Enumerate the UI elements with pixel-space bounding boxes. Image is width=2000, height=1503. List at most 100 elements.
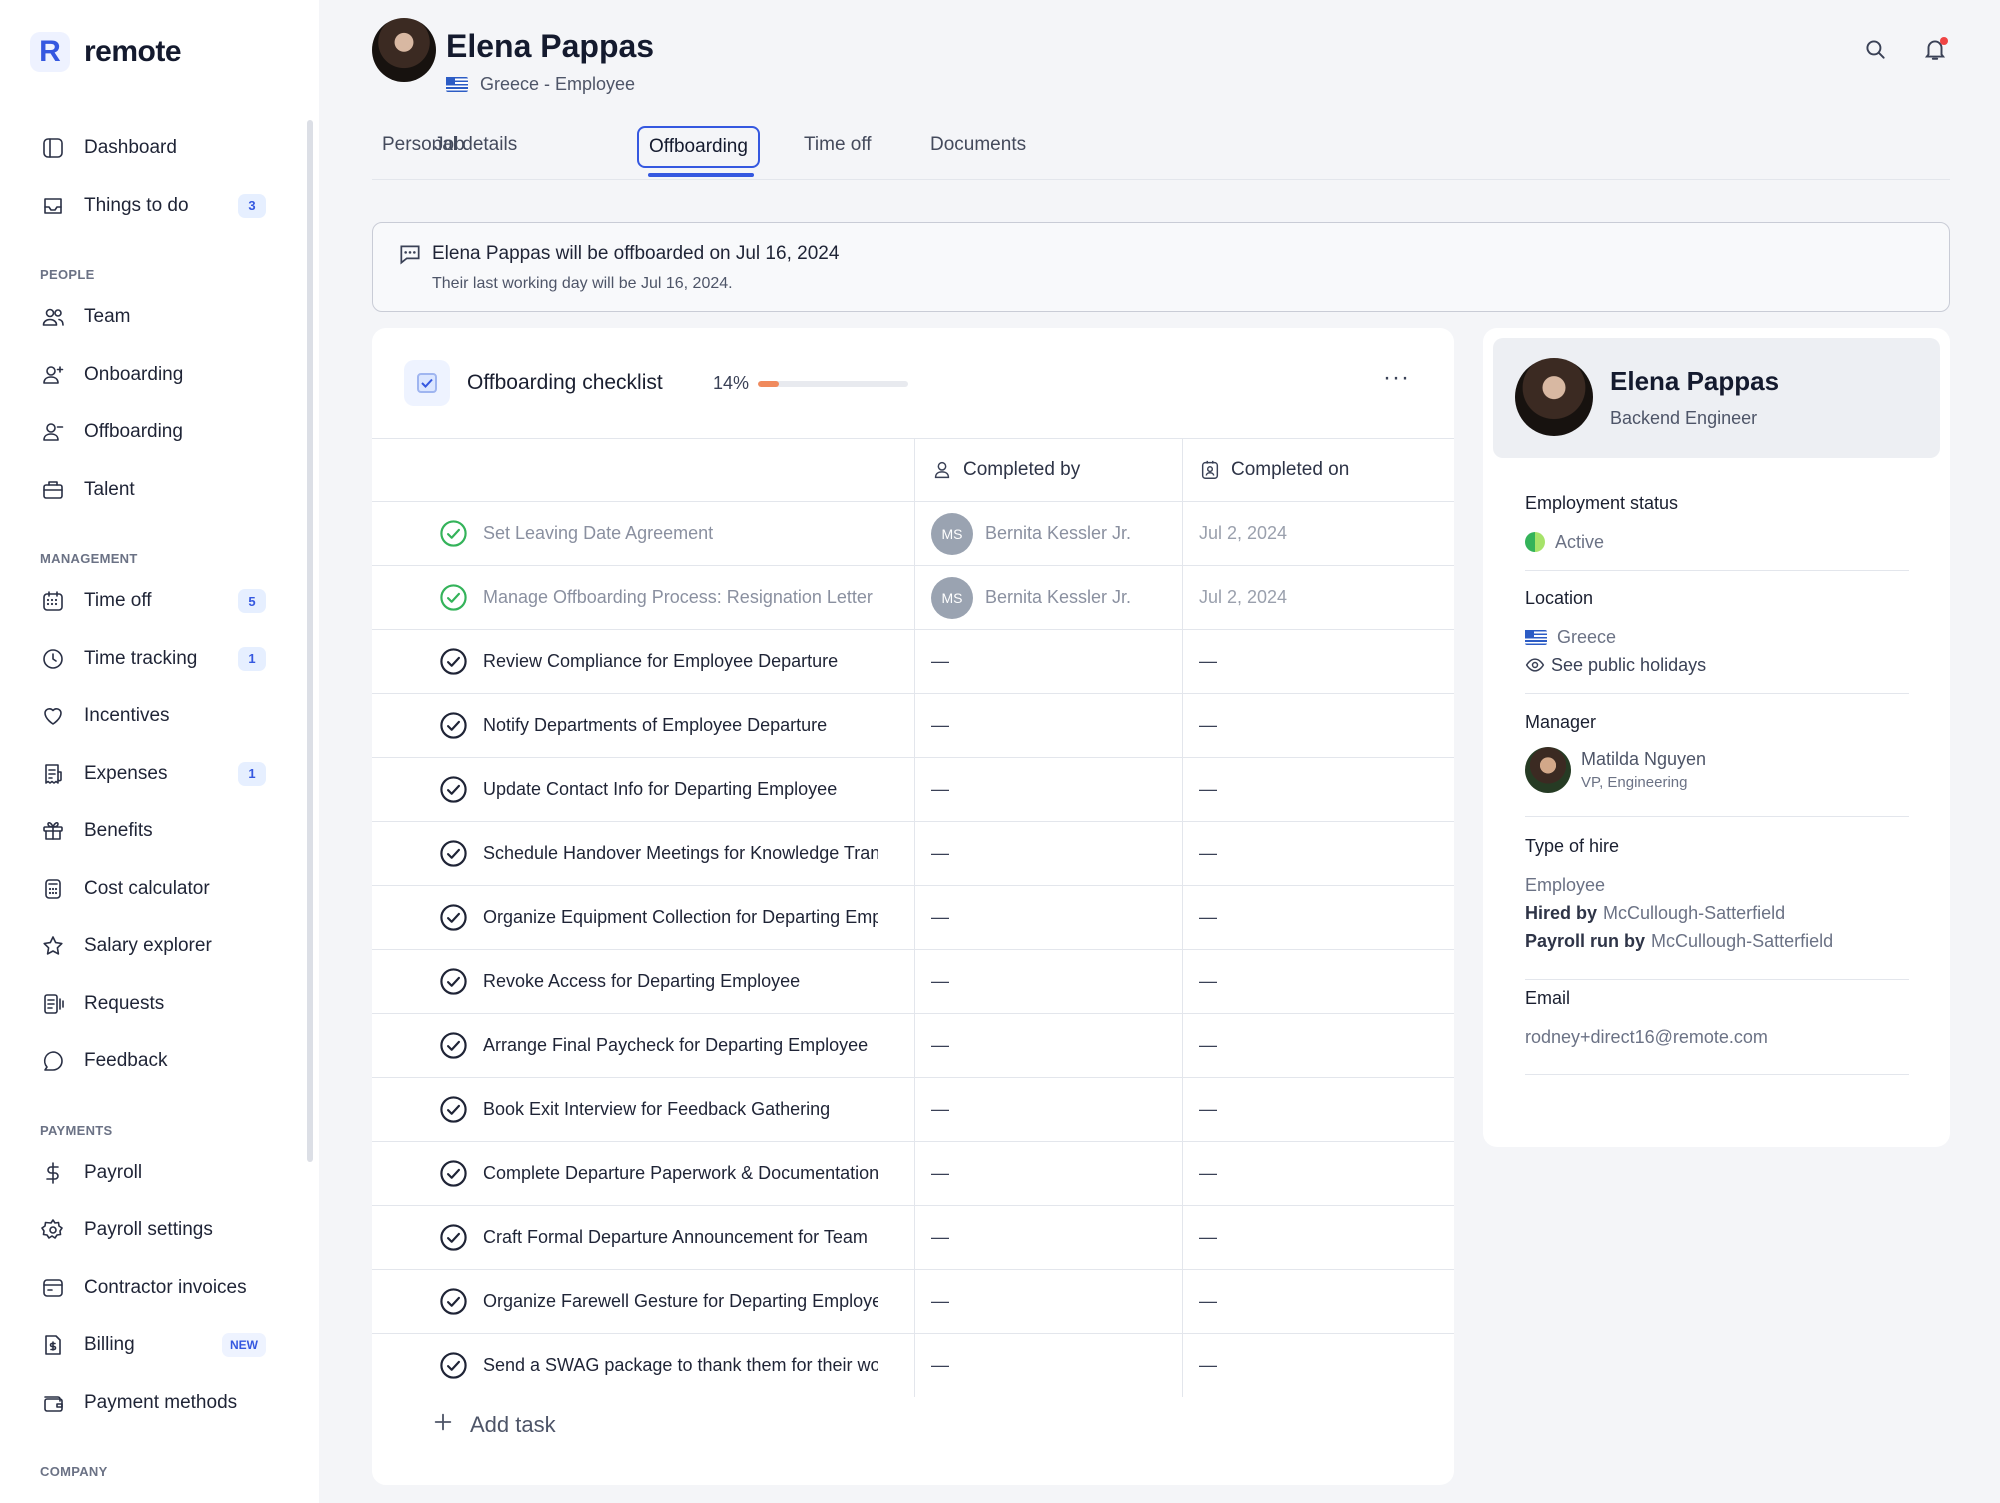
profile-summary: Elena Pappas Backend Engineer xyxy=(1493,338,1940,458)
type-of-hire-section: Type of hire Employee Hired by McCulloug… xyxy=(1525,836,1909,980)
task-name: Review Compliance for Employee Departure xyxy=(483,651,839,671)
check-circle-icon[interactable] xyxy=(439,839,468,868)
sidebar-item-requests[interactable]: Requests xyxy=(36,982,266,1026)
sidebar-item-label: Dashboard xyxy=(84,137,177,158)
sidebar-item-payment-methods[interactable]: Payment methods xyxy=(36,1381,266,1425)
task-name: Notify Departments of Employee Departure xyxy=(483,715,828,735)
table-row[interactable]: Craft Formal Departure Announcement for … xyxy=(372,1205,1454,1269)
remote-logo[interactable]: R remote xyxy=(30,32,182,72)
sidebar-scrollbar[interactable] xyxy=(307,120,313,1162)
table-row[interactable]: Set Leaving Date Agreement MS Bernita Kes… xyxy=(372,501,1454,565)
sidebar-item-team[interactable]: Team xyxy=(36,295,266,339)
completed-by-cell: MS Bernita Kessler Jr. xyxy=(914,566,1182,629)
sidebar-item-cost-calculator[interactable]: Cost calculator xyxy=(36,867,266,911)
sidebar-item-things-to-do[interactable]: Things to do 3 xyxy=(36,184,266,228)
search-button[interactable] xyxy=(1862,36,1888,67)
search-icon xyxy=(1866,40,1885,59)
check-circle-icon[interactable] xyxy=(439,903,468,932)
check-circle-icon[interactable] xyxy=(439,1095,468,1124)
check-circle-icon[interactable] xyxy=(439,647,468,676)
completed-by: MS Bernita Kessler Jr. xyxy=(931,576,1131,619)
completed-on-cell: Jul 2, 2024 xyxy=(1182,502,1454,565)
tab-offboarding[interactable]: Offboarding xyxy=(637,126,760,168)
sidebar-item-benefits[interactable]: Benefits xyxy=(36,809,266,853)
completer-avatar: MS xyxy=(931,512,973,555)
sidebar-item-payroll[interactable]: Payroll xyxy=(36,1151,266,1195)
add-task-button[interactable]: Add task xyxy=(432,1411,556,1439)
location-title: Location xyxy=(1525,588,1594,608)
task-cell: Craft Formal Departure Announcement for … xyxy=(372,1206,914,1269)
more-options-button[interactable]: ··· xyxy=(1383,364,1410,392)
tab-job[interactable]: Job xyxy=(424,126,475,164)
sidebar-item-payroll-settings[interactable]: Payroll settings xyxy=(36,1208,266,1252)
offboarding-notice: Elena Pappas will be offboarded on Jul 1… xyxy=(372,222,1950,312)
sidebar-item-expenses[interactable]: Expenses 1 xyxy=(36,752,266,796)
page-title: Elena Pappas xyxy=(446,28,655,64)
check-circle-icon[interactable] xyxy=(439,1287,468,1316)
table-row[interactable]: Organize Equipment Collection for Depart… xyxy=(372,885,1454,949)
checklist-table: Completed by Completed on Set Leaving Da… xyxy=(372,438,1454,1397)
sidebar-item-time-off[interactable]: Time off 5 xyxy=(36,579,266,623)
sidebar-section-payments: PAYMENTS xyxy=(40,1122,113,1138)
sidebar-section-company: COMPANY xyxy=(40,1464,108,1479)
tab-documents[interactable]: Documents xyxy=(920,126,1036,164)
sidebar-item-label: Benefits xyxy=(84,820,153,841)
completed-on-cell: — xyxy=(1182,822,1454,885)
table-row[interactable]: Revoke Access for Departing Employee — — xyxy=(372,949,1454,1013)
profile-tabs: Personal details Job Offboarding Time of… xyxy=(372,122,1950,180)
check-circle-done-icon[interactable] xyxy=(439,519,468,548)
table-row[interactable]: Book Exit Interview for Feedback Gatheri… xyxy=(372,1077,1454,1141)
sidebar-item-dashboard[interactable]: Dashboard xyxy=(36,126,266,170)
table-row[interactable]: Notify Departments of Employee Departure… xyxy=(372,693,1454,757)
sidebar-item-talent[interactable]: Talent xyxy=(36,468,266,512)
sidebar-item-label: Expenses xyxy=(84,762,168,784)
check-circle-icon[interactable] xyxy=(439,967,468,996)
check-circle-icon[interactable] xyxy=(439,1159,468,1188)
sidebar-item-label: Offboarding xyxy=(84,421,183,442)
sidebar-item-time-tracking[interactable]: Time tracking 1 xyxy=(36,637,266,681)
check-circle-icon[interactable] xyxy=(439,1351,468,1380)
manager-info[interactable]: Matilda Nguyen VP, Engineering xyxy=(1525,747,1909,793)
check-circle-icon[interactable] xyxy=(439,1031,468,1060)
employee-subtitle-text: Greece - Employee xyxy=(480,74,636,94)
completed-on-empty: — xyxy=(1199,1355,1217,1375)
sidebar-item-label: Feedback xyxy=(84,1050,168,1071)
completed-on-cell: — xyxy=(1182,1334,1454,1397)
notifications-button[interactable] xyxy=(1922,36,1948,67)
employment-status-title: Employment status xyxy=(1525,493,1679,513)
manager-title: Manager xyxy=(1525,712,1597,732)
table-row[interactable]: Update Contact Info for Departing Employ… xyxy=(372,757,1454,821)
email-value[interactable]: rodney+direct16@remote.com xyxy=(1525,1023,1909,1051)
task-cell: Arrange Final Paycheck for Departing Emp… xyxy=(372,1014,914,1077)
table-row[interactable]: Complete Departure Paperwork & Documenta… xyxy=(372,1141,1454,1205)
table-row[interactable]: Manage Offboarding Process: Resignation … xyxy=(372,565,1454,629)
table-row[interactable]: Review Compliance for Employee Departure… xyxy=(372,629,1454,693)
sidebar-item-feedback[interactable]: Feedback xyxy=(36,1039,266,1083)
location-text: Greece xyxy=(1557,627,1617,647)
completed-by-cell: — xyxy=(914,1142,1182,1205)
table-row[interactable]: Schedule Handover Meetings for Knowledge… xyxy=(372,821,1454,885)
table-row[interactable]: Send a SWAG package to thank them for th… xyxy=(372,1333,1454,1397)
type-of-hire-title: Type of hire xyxy=(1525,836,1620,856)
completed-by-cell: — xyxy=(914,1334,1182,1397)
check-circle-done-icon[interactable] xyxy=(439,583,468,612)
see-public-holidays-link[interactable]: See public holidays xyxy=(1525,651,1909,679)
see-public-holidays-label: See public holidays xyxy=(1551,655,1707,675)
sidebar-item-incentives[interactable]: Incentives xyxy=(36,694,266,738)
check-circle-icon[interactable] xyxy=(439,1223,468,1252)
sidebar-item-onboarding[interactable]: Onboarding xyxy=(36,353,266,397)
sidebar-item-salary-explorer[interactable]: Salary explorer xyxy=(36,924,266,968)
completed-by-column-header: Completed by xyxy=(914,439,1182,501)
completed-on-empty: — xyxy=(1199,1099,1217,1119)
check-circle-icon[interactable] xyxy=(439,775,468,804)
check-circle-icon[interactable] xyxy=(439,711,468,740)
sidebar-item-contractor-invoices[interactable]: Contractor invoices xyxy=(36,1266,266,1310)
checklist-progress-fill xyxy=(758,381,779,387)
table-row[interactable]: Organize Farewell Gesture for Departing … xyxy=(372,1269,1454,1333)
sidebar-item-billing[interactable]: Billing NEW xyxy=(36,1323,266,1367)
team-icon xyxy=(40,304,66,330)
sidebar-item-offboarding[interactable]: Offboarding xyxy=(36,410,266,454)
completed-on-empty: — xyxy=(1199,971,1217,991)
tab-time-off[interactable]: Time off xyxy=(794,126,882,164)
table-row[interactable]: Arrange Final Paycheck for Departing Emp… xyxy=(372,1013,1454,1077)
